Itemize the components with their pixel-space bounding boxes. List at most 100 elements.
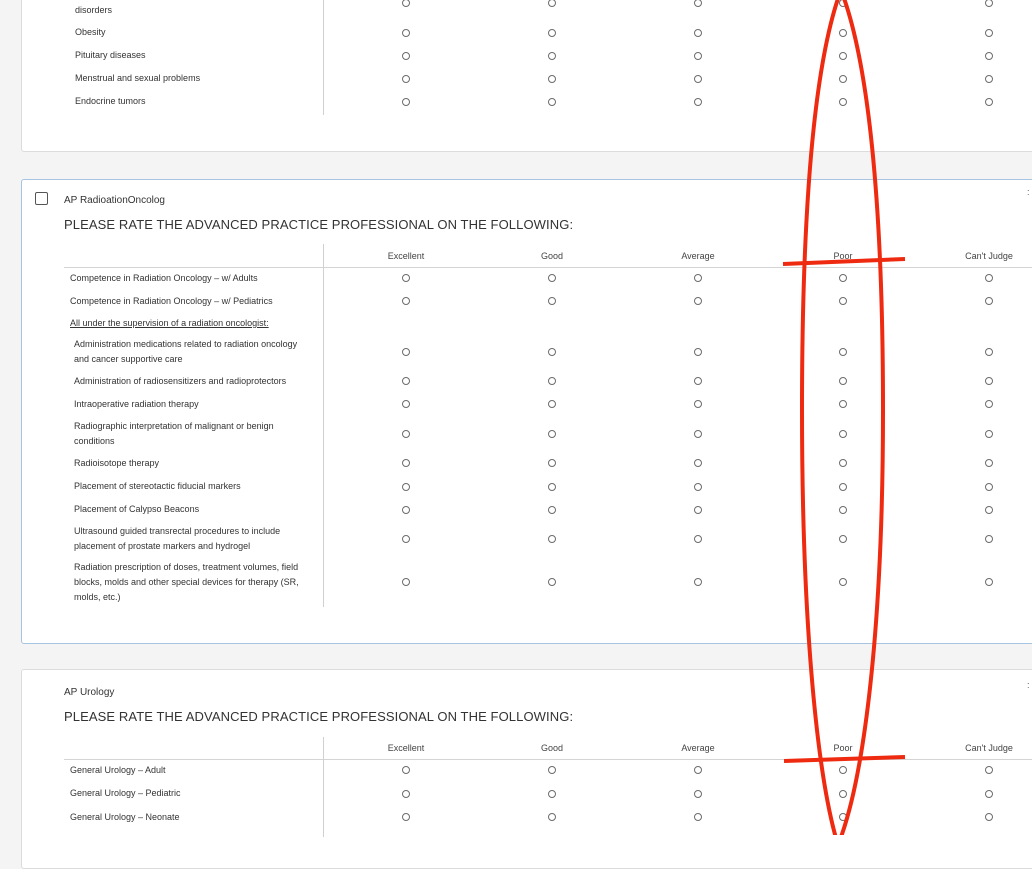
radio-good[interactable]: [548, 274, 556, 282]
radio-average[interactable]: [694, 348, 702, 356]
column-header-excellent: Excellent: [387, 743, 425, 753]
radio-poor[interactable]: [839, 813, 847, 821]
radio-good[interactable]: [548, 297, 556, 305]
radio-excellent[interactable]: [402, 766, 410, 774]
radio-good[interactable]: [548, 459, 556, 467]
radio-cant-judge[interactable]: [985, 790, 993, 798]
radio-poor[interactable]: [839, 506, 847, 514]
radio-average[interactable]: [694, 297, 702, 305]
radio-excellent[interactable]: [402, 274, 410, 282]
radio-average[interactable]: [694, 483, 702, 491]
radio-cant-judge[interactable]: [985, 813, 993, 821]
radio-excellent[interactable]: [402, 29, 410, 37]
radio-poor[interactable]: [839, 29, 847, 37]
radio-cant-judge[interactable]: [985, 400, 993, 408]
radio-average[interactable]: [694, 790, 702, 798]
radio-average[interactable]: [694, 98, 702, 106]
radio-poor[interactable]: [839, 535, 847, 543]
radio-excellent[interactable]: [402, 813, 410, 821]
radio-cant-judge[interactable]: [985, 578, 993, 586]
radio-cant-judge[interactable]: [985, 506, 993, 514]
question-select-checkbox[interactable]: [35, 192, 48, 205]
radio-poor[interactable]: [839, 52, 847, 60]
radio-average[interactable]: [694, 75, 702, 83]
header-divider: [64, 267, 1032, 268]
radio-excellent[interactable]: [402, 400, 410, 408]
radio-excellent[interactable]: [402, 75, 410, 83]
radio-average[interactable]: [694, 766, 702, 774]
radio-average[interactable]: [694, 430, 702, 438]
radio-average[interactable]: [694, 377, 702, 385]
radio-cant-judge[interactable]: [985, 75, 993, 83]
radio-excellent[interactable]: [402, 377, 410, 385]
radio-poor[interactable]: [839, 274, 847, 282]
radio-average[interactable]: [694, 535, 702, 543]
radio-good[interactable]: [548, 766, 556, 774]
radio-poor[interactable]: [839, 377, 847, 385]
radio-excellent[interactable]: [402, 348, 410, 356]
radio-cant-judge[interactable]: [985, 430, 993, 438]
radio-good[interactable]: [548, 430, 556, 438]
radio-poor[interactable]: [839, 459, 847, 467]
radio-cant-judge[interactable]: [985, 377, 993, 385]
radio-good[interactable]: [548, 75, 556, 83]
radio-cant-judge[interactable]: [985, 274, 993, 282]
radio-good[interactable]: [548, 400, 556, 408]
radio-excellent[interactable]: [402, 790, 410, 798]
radio-cant-judge[interactable]: [985, 459, 993, 467]
radio-good[interactable]: [548, 52, 556, 60]
radio-cant-judge[interactable]: [985, 348, 993, 356]
column-header-good: Good: [540, 743, 564, 753]
radio-poor[interactable]: [839, 483, 847, 491]
radio-average[interactable]: [694, 29, 702, 37]
radio-good[interactable]: [548, 98, 556, 106]
column-header-poor: Poor: [833, 251, 853, 261]
radio-average[interactable]: [694, 578, 702, 586]
radio-average[interactable]: [694, 813, 702, 821]
radio-cant-judge[interactable]: [985, 483, 993, 491]
radio-good[interactable]: [548, 813, 556, 821]
radio-poor[interactable]: [839, 430, 847, 438]
radio-average[interactable]: [694, 506, 702, 514]
radio-cant-judge[interactable]: [985, 52, 993, 60]
radio-good[interactable]: [548, 535, 556, 543]
radio-poor[interactable]: [839, 400, 847, 408]
radio-excellent[interactable]: [402, 483, 410, 491]
radio-cant-judge[interactable]: [985, 297, 993, 305]
radio-poor[interactable]: [839, 790, 847, 798]
row-label: Menstrual and sexual problems: [75, 73, 201, 83]
radio-cant-judge[interactable]: [985, 29, 993, 37]
radio-poor[interactable]: [839, 75, 847, 83]
column-header-excellent: Excellent: [387, 251, 425, 261]
radio-poor[interactable]: [839, 297, 847, 305]
radio-cant-judge[interactable]: [985, 766, 993, 774]
radio-excellent[interactable]: [402, 506, 410, 514]
radio-excellent[interactable]: [402, 459, 410, 467]
radio-excellent[interactable]: [402, 52, 410, 60]
radio-good[interactable]: [548, 506, 556, 514]
radio-average[interactable]: [694, 52, 702, 60]
row-label: Intraoperative radiation therapy: [74, 399, 199, 409]
radio-good[interactable]: [548, 348, 556, 356]
radio-poor[interactable]: [839, 578, 847, 586]
radio-cant-judge[interactable]: [985, 535, 993, 543]
radio-good[interactable]: [548, 790, 556, 798]
radio-poor[interactable]: [839, 766, 847, 774]
radio-poor[interactable]: [839, 348, 847, 356]
radio-good[interactable]: [548, 578, 556, 586]
radio-excellent[interactable]: [402, 535, 410, 543]
radio-average[interactable]: [694, 274, 702, 282]
radio-excellent[interactable]: [402, 578, 410, 586]
radio-cant-judge[interactable]: [985, 98, 993, 106]
row-label: Endocrine tumors: [75, 96, 146, 106]
radio-excellent[interactable]: [402, 297, 410, 305]
radio-excellent[interactable]: [402, 98, 410, 106]
radio-good[interactable]: [548, 483, 556, 491]
radio-good[interactable]: [548, 377, 556, 385]
radio-average[interactable]: [694, 400, 702, 408]
radio-poor[interactable]: [839, 98, 847, 106]
radio-good[interactable]: [548, 29, 556, 37]
radio-excellent[interactable]: [402, 430, 410, 438]
radio-average[interactable]: [694, 459, 702, 467]
label-column-divider: [323, 0, 324, 115]
